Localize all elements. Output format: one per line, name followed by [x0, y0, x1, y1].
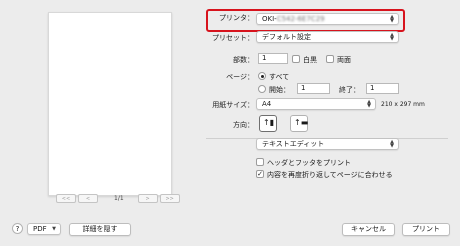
print-preview-page: [48, 12, 172, 196]
help-button[interactable]: ?: [12, 223, 23, 234]
portrait-icon: ↑▮: [263, 118, 275, 127]
landscape-icon: ↑▬: [294, 118, 309, 127]
pages-to-field[interactable]: 1: [366, 83, 399, 94]
printer-value-prefix: OKI-: [262, 15, 277, 23]
copies-field[interactable]: 1: [258, 53, 288, 64]
presets-label: プリセット：: [212, 34, 254, 42]
rewrap-checkbox[interactable]: ✓: [256, 170, 264, 178]
duplex-checkbox[interactable]: [326, 55, 334, 63]
app-section-value: テキストエディット: [262, 140, 325, 148]
paper-size-select[interactable]: A4 ▲ ▼: [256, 98, 376, 110]
next-page-button[interactable]: >: [137, 194, 158, 203]
pages-to-label: 終了：: [339, 86, 360, 94]
pages-from-field[interactable]: 1: [297, 83, 330, 94]
bw-label: 白黒: [303, 56, 317, 64]
last-page-button[interactable]: >>: [159, 194, 180, 203]
pages-from-label: 開始：: [269, 86, 290, 94]
paper-size-value: A4: [262, 100, 272, 108]
pdf-label: PDF: [33, 225, 47, 233]
bw-checkbox[interactable]: [292, 55, 300, 63]
print-button[interactable]: プリント: [402, 223, 450, 236]
header-footer-checkbox[interactable]: [256, 158, 264, 166]
rewrap-label: 内容を再度折り返してページに合わせる: [267, 171, 393, 179]
pages-all-label: すべて: [269, 73, 290, 81]
copies-label: 部数：: [233, 56, 254, 64]
app-section-select[interactable]: テキストエディット ▲ ▼: [256, 138, 399, 150]
preview-pager: << < 1/1 > >>: [56, 194, 182, 203]
portrait-orientation-button[interactable]: ↑▮: [259, 115, 277, 132]
duplex-label: 両面: [337, 56, 351, 64]
printer-value-masked: C542-6E7C29: [276, 15, 325, 23]
pages-all-radio[interactable]: [258, 72, 266, 80]
chevron-updown-icon: ▲ ▼: [390, 32, 394, 42]
paper-size-label: 用紙サイズ：: [212, 101, 254, 109]
pages-label: ページ：: [226, 73, 254, 81]
printer-select[interactable]: OKI-C542-6E7C29 ▲ ▼: [256, 13, 399, 25]
chevron-updown-icon: ▲ ▼: [367, 99, 371, 109]
printer-label: プリンタ：: [219, 14, 254, 22]
orientation-label: 方向：: [233, 121, 254, 129]
page-counter: 1/1: [114, 195, 124, 202]
pdf-menu-button[interactable]: PDF ▼: [27, 223, 61, 235]
cancel-button[interactable]: キャンセル: [342, 223, 395, 236]
previous-page-button[interactable]: <: [78, 194, 98, 203]
landscape-orientation-button[interactable]: ↑▬: [290, 115, 308, 132]
pages-range-radio[interactable]: [258, 85, 266, 93]
presets-value: デフォルト設定: [262, 33, 311, 41]
first-page-button[interactable]: <<: [56, 194, 76, 203]
presets-select[interactable]: デフォルト設定 ▲ ▼: [256, 31, 399, 43]
hide-details-button[interactable]: 詳細を隠す: [69, 223, 131, 236]
paper-dimensions: 210 x 297 mm: [381, 101, 425, 108]
chevron-updown-icon: ▲ ▼: [390, 14, 394, 24]
header-footer-label: ヘッダとフッタをプリント: [267, 159, 351, 167]
chevron-down-icon: ▼: [52, 226, 56, 232]
chevron-updown-icon: ▲ ▼: [390, 139, 394, 149]
